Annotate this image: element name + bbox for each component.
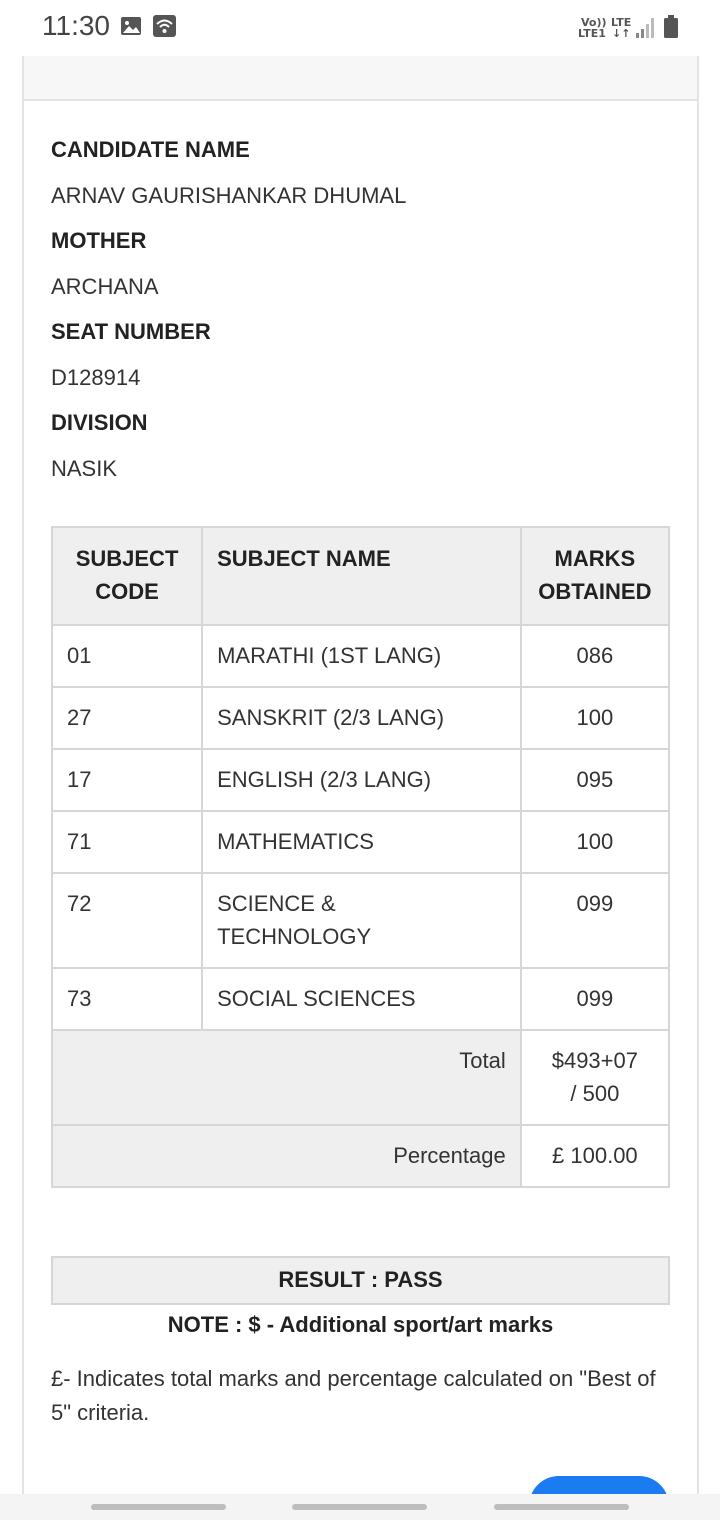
nav-home[interactable] (292, 1504, 427, 1510)
status-bar: 11:30 Vo)) LTE1 LTE ↓↑ (0, 0, 720, 56)
status-time: 11:30 (42, 10, 110, 41)
table-row: 17 ENGLISH (2/3 LANG) 095 (50, 748, 671, 812)
subject-name: ENGLISH (2/3 LANG) (201, 748, 522, 812)
table-row: 71 MATHEMATICS 100 (50, 810, 671, 874)
percentage-value: £ 100.00 (519, 1124, 671, 1188)
header-subject-code-line2: CODE (95, 579, 159, 604)
header-subject-code-line1: SUBJECT (75, 546, 179, 571)
total-row: Total $493+07 / 500 (51, 1029, 671, 1126)
mother-label: MOTHER (51, 228, 147, 253)
total-label: Total (51, 1029, 522, 1126)
navigation-bar (0, 1494, 720, 1520)
subject-name: SOCIAL SCIENCES (201, 967, 522, 1031)
table-row: 01 MARATHI (1ST LANG) 086 (50, 624, 671, 688)
nav-recent-apps[interactable] (91, 1504, 226, 1510)
lte1-label: LTE1 (578, 27, 606, 40)
header-marks-obtained: MARKS OBTAINED (519, 526, 671, 626)
subject-marks: 100 (519, 686, 671, 750)
subject-name: MATHEMATICS (201, 810, 522, 874)
result-status: RESULT : PASS (51, 1256, 670, 1305)
table-row: 27 SANSKRIT (2/3 LANG) 100 (50, 686, 671, 750)
signal-icon (635, 17, 655, 44)
subject-marks: 099 (519, 967, 671, 1031)
subject-marks: 095 (519, 748, 671, 812)
division-label: DIVISION (51, 410, 148, 435)
subject-code: 71 (50, 810, 204, 874)
subject-marks: 099 (519, 872, 671, 969)
table-header-row: SUBJECT CODE SUBJECT NAME MARKS OBTAINED (50, 526, 671, 626)
battery-icon (663, 15, 679, 44)
mother-value: ARCHANA (51, 274, 159, 299)
subject-code: 73 (50, 967, 204, 1031)
image-icon (120, 16, 142, 41)
subject-code: 27 (50, 686, 204, 750)
subject-marks: 100 (519, 810, 671, 874)
percentage-row: Percentage £ 100.00 (51, 1124, 671, 1188)
subject-code: 17 (50, 748, 204, 812)
subject-code: 01 (50, 624, 204, 688)
header-marks-line1: MARKS (554, 546, 636, 571)
division-value: NASIK (51, 456, 118, 481)
subject-name: SCIENCE & TECHNOLOGY (201, 872, 522, 969)
table-row: 72 SCIENCE & TECHNOLOGY 099 (50, 872, 671, 969)
card-header (24, 56, 697, 101)
note-text: NOTE : $ - Additional sport/art marks (167, 1312, 554, 1337)
seat-number-label: SEAT NUMBER (51, 319, 211, 344)
candidate-name-label: CANDIDATE NAME (51, 137, 250, 162)
data-arrows-icon: ↓↑ (612, 27, 631, 40)
table-row: 73 SOCIAL SCIENCES 099 (50, 967, 671, 1031)
subject-marks: 086 (519, 624, 671, 688)
header-subject-code: SUBJECT CODE (50, 526, 204, 626)
candidate-name-value: ARNAV GAURISHANKAR DHUMAL (51, 183, 407, 208)
nav-back[interactable] (494, 1504, 629, 1510)
wifi-icon (153, 15, 176, 42)
subject-name: MARATHI (1ST LANG) (201, 624, 522, 688)
header-marks-line2: OBTAINED (538, 579, 652, 604)
subject-code: 72 (50, 872, 204, 969)
percentage-label: Percentage (51, 1124, 522, 1188)
total-value: $493+07 / 500 (519, 1029, 671, 1126)
subject-name: SANSKRIT (2/3 LANG) (201, 686, 522, 750)
marks-table: SUBJECT CODE SUBJECT NAME MARKS OBTAINED… (50, 526, 671, 1188)
seat-number-value: D128914 (51, 365, 141, 390)
footnote-text: £- Indicates total marks and percentage … (51, 1366, 656, 1425)
header-subject-name: SUBJECT NAME (201, 526, 522, 626)
